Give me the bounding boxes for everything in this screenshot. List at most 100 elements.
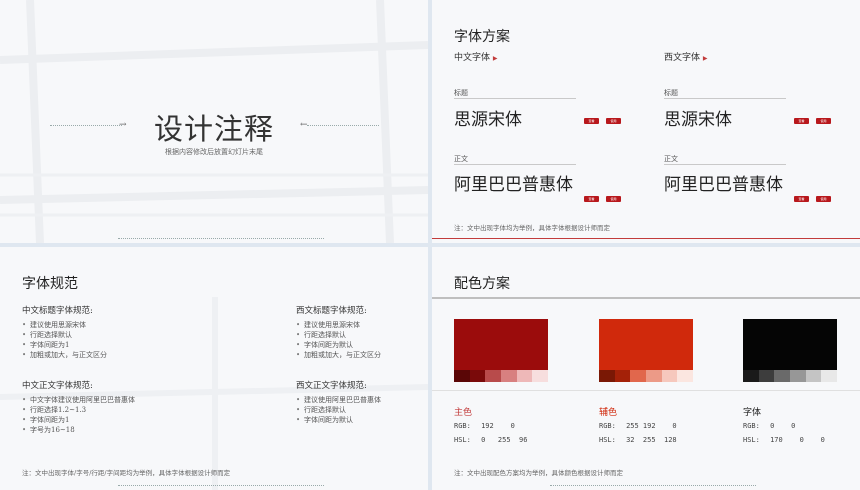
spec-heading: 中文标题字体规范:	[22, 306, 93, 316]
secondary-color-name: 辅色	[599, 408, 618, 418]
mid-rule	[432, 390, 860, 391]
tint-chip	[501, 370, 517, 382]
spec-item: 中文字体建议使用阿里巴巴普惠体	[22, 395, 135, 405]
west-body-label: 正文	[664, 155, 678, 163]
font-note: 注：文中出现字体均为举例，具体字体根据设计师而定	[454, 224, 610, 232]
spec-item: 建议使用思源宋体	[22, 320, 107, 330]
spec-item: 字体间距为默认	[296, 415, 381, 425]
page-subtitle: 根据内容修改后放置幻灯片末尾	[165, 148, 263, 156]
west-body-font-name: 阿里巴巴普惠体	[664, 175, 783, 195]
rgb-label: RGB:	[454, 422, 471, 430]
cn-title-use-button[interactable]: 使用	[606, 118, 621, 124]
bottom-red-rule	[432, 238, 860, 239]
font-rgb: RGB: 0 0	[743, 422, 795, 430]
rgb-value: 192 0	[481, 422, 515, 430]
cn-title-rule	[454, 98, 576, 99]
cn-body-font-name: 阿里巴巴普惠体	[454, 175, 573, 195]
hsl-label: HSL:	[743, 436, 760, 444]
hsl-value: 0 255 96	[481, 436, 528, 444]
tint-chip	[630, 370, 647, 382]
hsl-label: HSL:	[599, 436, 616, 444]
tint-chip	[469, 370, 486, 382]
left-connector	[50, 125, 122, 126]
primary-hsl: HSL: 0 255 96	[454, 436, 527, 444]
spec-note: 注：文中出现字体/字号/行距/字间距均为举例，具体字体根据设计师而定	[22, 469, 231, 477]
cn-title-label: 标题	[454, 89, 468, 97]
page-title: 设计注释	[153, 112, 274, 146]
tint-chip	[758, 370, 775, 382]
tint-chip	[677, 370, 694, 382]
slide-title: 配色方案	[454, 276, 510, 292]
bottom-dotted-rule	[118, 238, 324, 239]
spec-item: 字体间距为1	[22, 340, 107, 350]
spec-item: 建议使用思源宋体	[296, 320, 381, 330]
tint-chip	[774, 370, 791, 382]
secondary-color-swatch[interactable]	[599, 319, 693, 370]
tint-chip	[661, 370, 678, 382]
caret-right-icon: ▶	[492, 55, 498, 62]
cn-font-header: 中文字体 ▶	[454, 50, 498, 63]
primary-tint-strip	[454, 370, 549, 382]
hsl-value: 32 255 128	[626, 436, 677, 444]
tint-chip	[790, 370, 806, 382]
slide-cover[interactable]: → ← 设计注释 根据内容修改后放置幻灯片末尾	[0, 0, 428, 243]
rgb-value: 255 192 0	[626, 422, 677, 430]
west-title-view-button[interactable]: 查看	[794, 118, 809, 124]
tint-chip	[821, 370, 838, 382]
west-title-rule	[664, 98, 786, 99]
slide-font-spec[interactable]: 字体规范 中文标题字体规范: 建议使用思源宋体 行距选择默认 字体间距为1 加粗…	[0, 247, 428, 490]
tint-chip	[614, 370, 631, 382]
west-font-header: 西文字体 ▶	[664, 50, 708, 63]
cn-font-header-label: 中文字体	[454, 53, 491, 63]
cn-title-font-name: 思源宋体	[454, 110, 522, 130]
west-title-use-button[interactable]: 使用	[816, 118, 831, 124]
spec-item: 字体间距为默认	[296, 340, 381, 350]
spec-item: 字体间距为1	[22, 415, 135, 425]
color-note: 注：文中出现配色方案均为举例，具体颜色根据设计师而定	[454, 469, 623, 477]
spec-item: 行距选择默认	[22, 330, 107, 340]
rgb-label: RGB:	[599, 422, 616, 430]
primary-rgb: RGB: 192 0	[454, 422, 515, 430]
right-connector	[307, 125, 379, 126]
west-title-label: 标题	[664, 89, 678, 97]
west-body-use-button[interactable]: 使用	[816, 196, 831, 202]
spec-heading: 西文正文字体规范:	[296, 381, 367, 391]
cn-title-view-button[interactable]: 查看	[584, 118, 599, 124]
font-color-swatch[interactable]	[743, 319, 837, 370]
tint-chip	[599, 370, 615, 382]
font-hsl: HSL: 170 0 0	[743, 436, 825, 444]
font-color-name: 字体	[743, 408, 762, 418]
cn-body-use-button[interactable]: 使用	[606, 196, 621, 202]
rgb-label: RGB:	[743, 422, 760, 430]
cn-body-rule	[454, 164, 576, 165]
slide-font-scheme[interactable]: 字体方案 中文字体 ▶ 西文字体 ▶ 标题 思源宋体 查看 使用 标题 思源宋体…	[432, 0, 860, 243]
cn-body-label: 正文	[454, 155, 468, 163]
hsl-value: 170 0 0	[770, 436, 825, 444]
secondary-tint-strip	[599, 370, 694, 382]
tint-chip	[743, 370, 759, 382]
spec-item: 加粗或加大，与正文区分	[22, 350, 107, 360]
bottom-dotted-rule	[550, 485, 756, 486]
tint-chip	[646, 370, 662, 382]
spec-group-cn-body: 中文正文字体规范: 中文字体建议使用阿里巴巴普惠体 行距选择1.2~1.3 字体…	[22, 379, 135, 435]
primary-color-swatch[interactable]	[454, 319, 548, 370]
tint-chip	[516, 370, 533, 382]
west-font-header-label: 西文字体	[664, 53, 701, 63]
spec-item: 行距选择1.2~1.3	[22, 405, 135, 415]
slide-color-scheme[interactable]: 配色方案 主色 RGB: 192 0 HSL: 0 255 96 辅色 RGB:…	[432, 247, 860, 490]
spec-heading: 中文正文字体规范:	[22, 381, 93, 391]
tint-chip	[454, 370, 470, 382]
west-body-view-button[interactable]: 查看	[794, 196, 809, 202]
bottom-dotted-rule	[118, 485, 324, 486]
title-rule	[432, 297, 860, 299]
rgb-value: 0 0	[770, 422, 796, 430]
cn-body-view-button[interactable]: 查看	[584, 196, 599, 202]
tint-chip	[532, 370, 549, 382]
slide-title: 字体规范	[22, 276, 78, 292]
west-title-font-name: 思源宋体	[664, 110, 732, 130]
caret-right-icon: ▶	[702, 55, 708, 62]
tint-chip	[485, 370, 502, 382]
spec-group-west-body: 西文正文字体规范: 建议使用阿里巴巴普惠体 行距选择默认 字体间距为默认	[296, 379, 381, 425]
spec-group-west-title: 西文标题字体规范: 建议使用思源宋体 行距选择默认 字体间距为默认 加粗或加大，…	[296, 304, 381, 360]
spec-heading: 西文标题字体规范:	[296, 306, 367, 316]
